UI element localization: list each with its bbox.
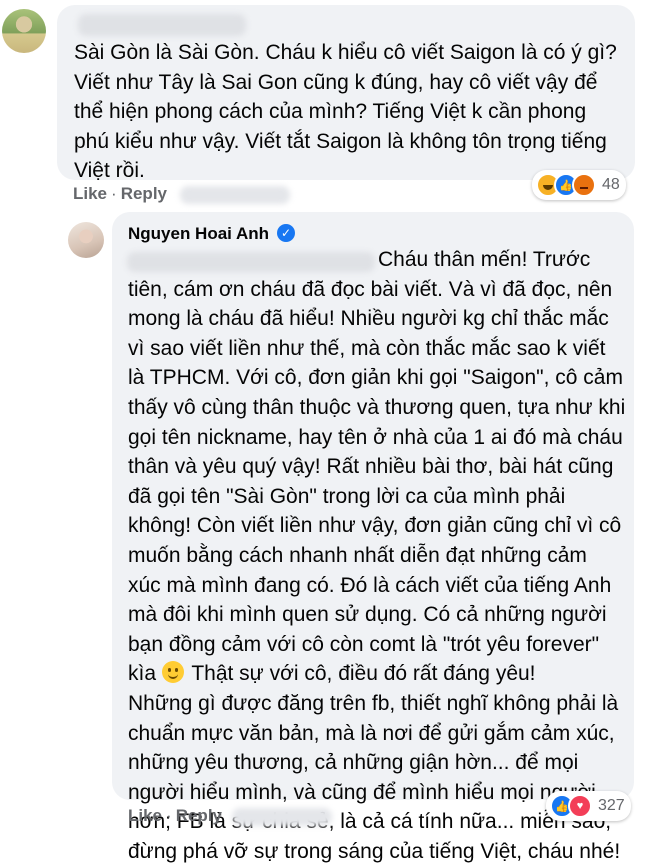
reply-line: mà đôi khi mình quen sử dụng. Có cả nhữn…	[128, 603, 607, 627]
blurred-commenter-name	[78, 14, 246, 36]
reply-line: đã gọi tên "Sài Gòn" trong lời ca của mì…	[128, 484, 566, 508]
reply-text: Cháu thân mến! Trước tiên, cám ơn cháu đ…	[128, 245, 628, 866]
love-reaction-icon: ♥	[568, 794, 592, 818]
reply-line: Cháu thân mến! Trước	[128, 245, 628, 275]
reply-line: mong là cháu đã hiểu! Nhiều người kg chỉ…	[128, 307, 609, 331]
reply-button[interactable]: Reply	[176, 806, 222, 825]
reaction-count: 48	[602, 176, 620, 193]
separator: ·	[111, 184, 117, 203]
separator: ·	[166, 806, 172, 825]
comment-actions: Like · Reply	[73, 184, 167, 204]
smiley-emoji-icon	[161, 661, 184, 684]
comment-line: Sài Gòn là Sài Gòn. Cháu k hiểu cô viết …	[74, 41, 617, 64]
reply-line: kìa Thật sự với cô, điều đó rất đáng yêu…	[128, 659, 628, 689]
blurred-timestamp	[232, 808, 332, 826]
reaction-count: 327	[598, 797, 625, 814]
reply-smiley-suffix: Thật sự với cô, điều đó rất đáng yêu!	[191, 662, 536, 686]
reply-line: gọi tên nickname, hay tên ở nhà của 1 ai…	[128, 425, 623, 449]
verified-badge-icon: ✓	[277, 224, 295, 242]
like-button[interactable]: Like	[73, 184, 107, 203]
reaction-summary[interactable]: 👍 48	[532, 170, 626, 200]
reply-line: xúc mà mình đang có. Đó là cách viết của…	[128, 573, 612, 597]
reply-line: thấy vô cùng thân thuộc và thương quen, …	[128, 395, 626, 419]
like-button[interactable]: Like	[128, 806, 162, 825]
reply-line: bạn đồng cảm với cô còn comt là "trót yê…	[128, 632, 600, 656]
comment-line: Viết như Tây là Sai Gon cũng k đúng, hay…	[74, 70, 598, 94]
reply-line: Những gì được đăng trên fb, thiết nghĩ k…	[128, 691, 619, 715]
author-avatar[interactable]	[68, 222, 104, 258]
blurred-timestamp	[180, 186, 290, 204]
reply-smiley-prefix: kìa	[128, 662, 157, 686]
author-name[interactable]: Nguyen Hoai Anh	[128, 224, 269, 244]
reply-line: tiên, cám ơn cháu đã đọc bài viết. Và vì…	[128, 277, 613, 301]
comment-line: thể hiện phong cách của mình? Tiếng Việt…	[74, 100, 587, 124]
reply-line: muốn bằng cách nhanh nhất diễn đạt những…	[128, 543, 587, 567]
reply-line: không! Còn viết liền như vậy, đơn giản c…	[128, 514, 622, 538]
comment-text: Sài Gòn là Sài Gòn. Cháu k hiểu cô viết …	[74, 38, 634, 186]
reply-line: chuẩn mực văn bản, mà là nơi để gửi gắm …	[128, 721, 615, 745]
reply-first-line: Cháu thân mến! Trước	[378, 248, 591, 271]
reply-line: thân và yêu quý vậy! Rất nhiều bài thơ, …	[128, 455, 614, 479]
reply-button[interactable]: Reply	[121, 184, 167, 203]
commenter-avatar[interactable]	[2, 9, 46, 53]
reply-actions: Like · Reply	[128, 806, 222, 826]
comment-line: phú kiểu như vậy. Viết tắt Saigon là khô…	[74, 129, 607, 153]
reply-line: đừng phá vỡ sự trong sáng của tiếng Việt…	[128, 839, 621, 863]
reaction-summary[interactable]: 👍 ♥ 327	[546, 791, 631, 821]
reply-line: vì sao viết liền như thế, mà còn thắc mắ…	[128, 336, 606, 360]
reply-line: những yêu thương, cả những giận hờn... đ…	[128, 751, 579, 775]
angry-reaction-icon	[572, 173, 596, 197]
reply-line: là TPHCM. Với cô, đơn giản khi gọi "Saig…	[128, 366, 623, 390]
